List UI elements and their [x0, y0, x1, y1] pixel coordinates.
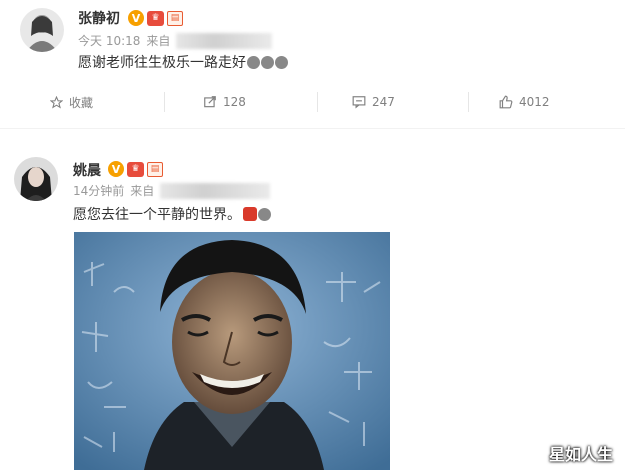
- crying-emoji-icon: [258, 208, 271, 221]
- rank-badge-icon: ▤: [167, 10, 183, 26]
- crown-badge-icon: ♛: [147, 10, 164, 26]
- username[interactable]: 姚晨: [73, 160, 101, 180]
- user-avatar[interactable]: [14, 157, 58, 201]
- like-button[interactable]: 4012: [499, 82, 550, 122]
- badge-group: V ♛ ▤: [128, 10, 183, 26]
- repost-count: 128: [223, 95, 246, 109]
- source-label: 来自: [146, 34, 171, 48]
- thumbs-up-icon: [499, 95, 513, 109]
- crying-emoji-icon: [275, 56, 288, 69]
- post-text: 愿您去往一个平静的世界。: [73, 207, 241, 223]
- favorite-label: 收藏: [69, 95, 94, 110]
- post-meta: 今天 10:18 来自: [78, 32, 273, 49]
- divider: [317, 92, 318, 112]
- crying-emoji-icon: [261, 56, 274, 69]
- user-avatar[interactable]: [20, 8, 64, 52]
- candle-emoji-icon: [243, 207, 257, 221]
- divider: [468, 92, 469, 112]
- rank-badge-icon: ▤: [147, 161, 163, 177]
- post-content: 愿您去往一个平静的世界。: [73, 204, 271, 224]
- comment-count: 247: [372, 95, 395, 109]
- post-time[interactable]: 14分钟前: [73, 182, 124, 199]
- username[interactable]: 张静初: [78, 8, 120, 28]
- favorite-button[interactable]: 收藏: [50, 82, 93, 122]
- comment-icon: [352, 96, 366, 109]
- post-image[interactable]: [74, 232, 390, 470]
- blurred-source: [160, 182, 271, 199]
- post-meta: 14分钟前 来自: [73, 182, 271, 199]
- verified-icon: V: [128, 10, 144, 26]
- post-time[interactable]: 今天 10:18: [78, 32, 140, 49]
- post-text: 愿谢老师往生极乐一路走好: [78, 55, 246, 71]
- badge-group: V ♛ ▤: [108, 161, 163, 177]
- crying-emoji-icon: [247, 56, 260, 69]
- repost-button[interactable]: 128: [203, 82, 246, 122]
- source-label: 来自: [130, 184, 155, 198]
- blurred-source: [176, 32, 273, 49]
- action-bar: 收藏 128 247 4012: [0, 82, 625, 122]
- post-content: 愿谢老师往生极乐一路走好: [78, 52, 288, 72]
- divider: [164, 92, 165, 112]
- watermark: 星如人生: [548, 445, 613, 464]
- repost-icon: [204, 96, 216, 108]
- star-icon: [50, 95, 63, 109]
- comment-button[interactable]: 247: [352, 82, 395, 122]
- like-count: 4012: [519, 95, 550, 109]
- post-separator: [0, 128, 625, 129]
- crown-badge-icon: ♛: [127, 161, 144, 177]
- verified-icon: V: [108, 161, 124, 177]
